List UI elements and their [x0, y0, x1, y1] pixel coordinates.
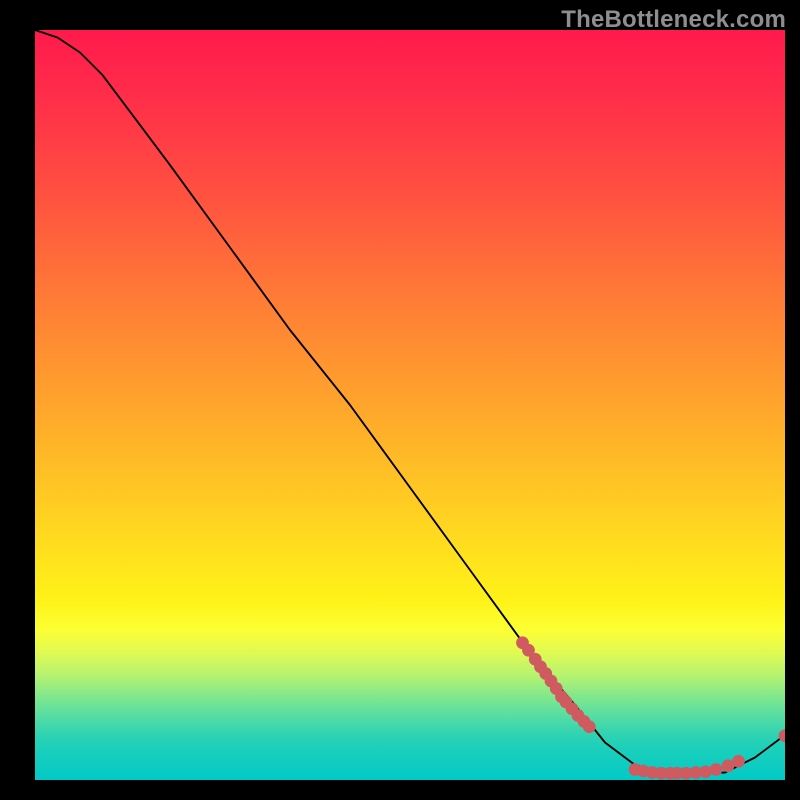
chart-overlay [35, 30, 785, 780]
data-marker [583, 720, 596, 733]
chart-stage: TheBottleneck.com [0, 0, 800, 800]
data-marker [732, 755, 745, 768]
data-marker [710, 763, 723, 776]
marker-group [516, 636, 785, 779]
plot-area [35, 30, 785, 780]
data-marker [699, 765, 712, 778]
bottleneck-curve [35, 30, 785, 773]
